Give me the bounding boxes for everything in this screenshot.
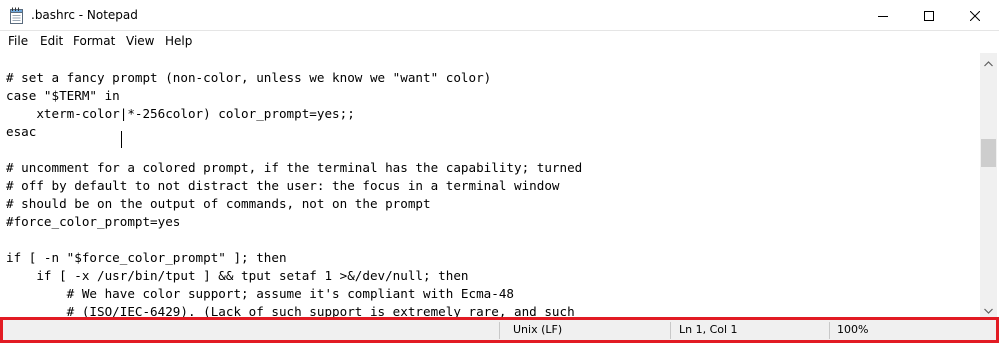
editor-line: #force_color_prompt=yes <box>6 214 181 229</box>
scroll-thumb[interactable] <box>981 139 996 167</box>
close-icon <box>969 6 981 25</box>
vertical-scrollbar[interactable] <box>980 53 997 317</box>
editor-line: if [ -n "$force_color_prompt" ]; then <box>6 250 287 265</box>
editor-line: if [ -x /usr/bin/tput ] && tput setaf 1 … <box>6 268 469 283</box>
status-bar: Unix (LF) Ln 1, Col 1 100% <box>0 317 999 343</box>
editor-line: # off by default to not distract the use… <box>6 178 560 193</box>
chevron-down-icon <box>984 299 993 318</box>
chevron-up-icon <box>984 52 993 71</box>
scroll-up-button[interactable] <box>980 53 997 70</box>
scroll-down-button[interactable] <box>980 300 997 317</box>
notepad-icon <box>9 7 24 24</box>
editor-line: # set a fancy prompt (non-color, unless … <box>6 70 492 85</box>
menu-help[interactable]: Help <box>164 31 193 52</box>
title-bar[interactable]: .bashrc - Notepad <box>0 0 999 31</box>
minimize-icon <box>878 6 888 25</box>
menu-view[interactable]: View <box>125 31 155 52</box>
menu-edit[interactable]: Edit <box>39 31 64 52</box>
minimize-button[interactable] <box>860 0 906 31</box>
close-button[interactable] <box>952 0 998 31</box>
menu-file[interactable]: File <box>7 31 29 52</box>
status-zoom: 100% <box>837 323 869 336</box>
menu-bar: File Edit Format View Help <box>0 31 999 52</box>
editor-line: esac <box>6 124 37 139</box>
status-line-ending: Unix (LF) <box>513 323 563 336</box>
maximize-icon <box>924 6 934 25</box>
status-divider <box>499 322 500 339</box>
status-cursor-position: Ln 1, Col 1 <box>679 323 738 336</box>
maximize-button[interactable] <box>906 0 952 31</box>
editor-line: xterm-color|*-256color) color_prompt=yes… <box>6 106 355 121</box>
window-title: .bashrc - Notepad <box>31 8 138 22</box>
text-editor[interactable]: # set a fancy prompt (non-color, unless … <box>2 53 979 317</box>
editor-line: # We have color support; assume it's com… <box>6 286 514 301</box>
editor-line: case "$TERM" in <box>6 88 120 103</box>
status-divider <box>670 322 671 339</box>
editor-line: # (ISO/IEC-6429). (Lack of such support … <box>6 304 575 317</box>
status-divider <box>829 322 830 339</box>
editor-line: # uncomment for a colored prompt, if the… <box>6 160 583 175</box>
menu-format[interactable]: Format <box>72 31 116 52</box>
text-caret <box>121 131 122 148</box>
editor-line: # should be on the output of commands, n… <box>6 196 431 211</box>
